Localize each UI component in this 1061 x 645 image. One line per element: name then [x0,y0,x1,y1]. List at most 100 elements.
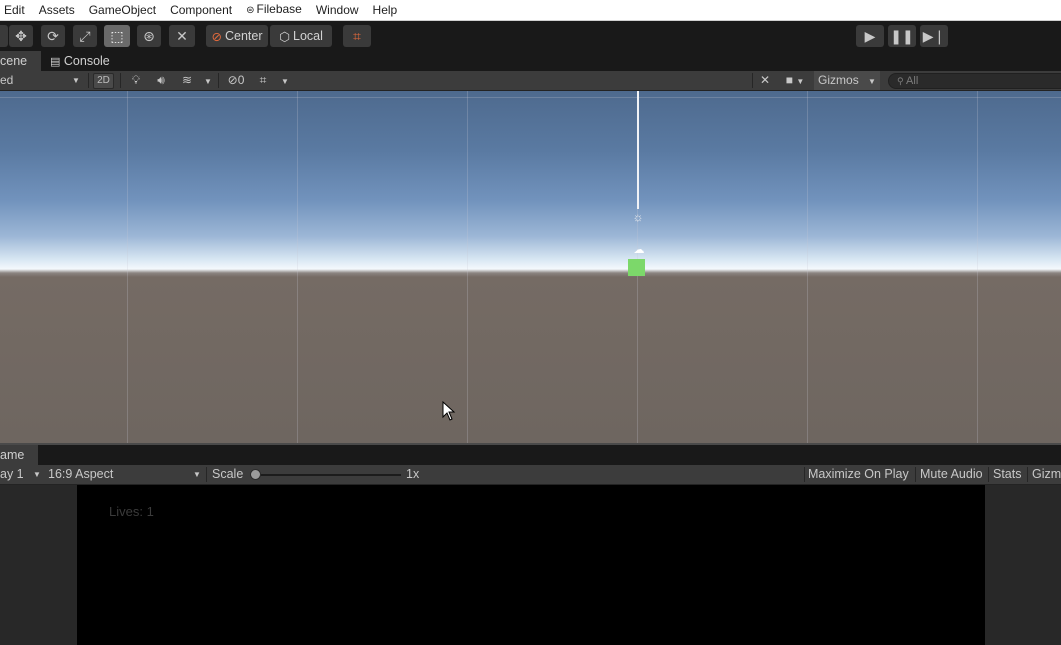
speaker-icon: 🔊︎ [157,73,165,87]
tab-console-label: Console [63,54,110,68]
scale-slider-handle[interactable] [250,469,261,480]
game-gizmos-toggle[interactable]: Gizm [1032,465,1061,484]
divider [120,73,121,88]
search-icon: ⚲ [897,76,904,86]
cloud-icon[interactable]: ☁ [631,245,647,256]
camera-icon: ■ [785,73,793,87]
move-tool-icon: ✥ [15,28,27,44]
camera-dropdown[interactable]: ■ ▼ [780,71,810,90]
tab-game-label: ame [0,448,25,462]
lightbulb-icon: 💡︎ [131,73,141,87]
tools-icon: ✕ [759,73,771,87]
menu-gameobject[interactable]: GameObject [82,0,163,21]
lighting-toggle[interactable]: 💡︎ [128,71,144,90]
scale-tool-button[interactable]: ⤢ [73,25,97,47]
hidden-objects-toggle[interactable]: ⊘0 [222,71,250,90]
tab-game[interactable]: ame [0,445,38,465]
effects-toggle[interactable]: ≋ [178,71,196,90]
rotate-tool-button[interactable]: ⟳ [41,25,65,47]
grid-line [297,91,298,443]
scale-value: 1x [406,467,420,481]
tab-console[interactable]: ▤ Console [50,51,120,71]
rotate-tool-icon: ⟳ [47,28,59,44]
rect-tool-icon: ⬚ [110,28,124,44]
chevron-down-icon: ▼ [193,470,201,479]
grid-toggle[interactable]: ⌗ [254,71,272,90]
mouse-cursor-icon [442,401,456,421]
aspect-dropdown[interactable]: 16:9 Aspect ▼ [48,465,204,484]
rect-tool-button[interactable]: ⬚ [104,25,130,47]
menu-help[interactable]: Help [366,0,405,21]
divider [88,73,89,88]
chevron-down-icon: ▼ [796,77,805,86]
custom-tool-icon: ✕ [176,28,188,44]
chevron-down-icon: ▼ [72,76,80,85]
menu-window[interactable]: Window [309,0,366,21]
layers-icon: ≋ [181,73,193,87]
grid-line [127,91,128,443]
grid-dropdown[interactable]: ▼ [277,71,293,90]
eye-slash-icon: ⊘ [227,73,238,87]
hidden-count: 0 [237,73,245,87]
pivot-icon: ⊘ [211,29,222,44]
step-button[interactable]: ▶❘ [920,25,948,47]
draw-mode-dropdown[interactable]: ed ▼ [0,71,84,90]
gizmos-dropdown[interactable]: Gizmos ▼ [814,71,880,90]
chevron-down-icon: ▼ [33,470,41,479]
game-toolbar: ay 1 ▼ 16:9 Aspect ▼ Scale 1x Maximize O… [0,465,1061,485]
menu-component[interactable]: Component [163,0,239,21]
grid-line [0,97,1061,98]
transform-tool-button[interactable]: ⊛ [137,25,161,47]
grid-snap-icon: ⌗ [353,28,361,44]
pause-icon: ❚❚ [890,28,914,44]
menu-edit[interactable]: Edit [0,0,32,21]
pivot-center-button[interactable]: ⊘ Center [206,25,268,47]
tab-scene-label: cene [0,54,28,68]
menu-filebase[interactable]: ⊜ Filebase [239,0,309,21]
move-tool-button[interactable]: ✥ [9,25,33,47]
tab-scene[interactable]: cene [0,51,41,71]
menu-assets[interactable]: Assets [32,0,82,21]
draw-mode-label: ed [0,73,14,87]
divider [1027,467,1028,482]
scale-slider-track[interactable] [255,474,401,476]
aspect-label: 16:9 Aspect [48,467,114,481]
pause-button[interactable]: ❚❚ [888,25,916,47]
scene-viewport[interactable]: ☼ ☁ [0,91,1061,443]
player-cube[interactable] [628,259,645,276]
custom-tool-button[interactable]: ✕ [169,25,195,47]
scene-tab-strip: cene ▤ Console [0,51,1061,71]
transform-tool-icon: ⊛ [143,28,155,44]
local-cube-icon: ⬡ [279,29,291,44]
maximize-on-play-toggle[interactable]: Maximize On Play [808,465,909,484]
chevron-down-icon: ▼ [281,77,289,86]
play-button[interactable]: ▶ [856,25,884,47]
pivot-label: Center [224,29,263,43]
toggle-2d-button[interactable]: 2D [93,73,114,89]
directional-light-icon[interactable]: ☼ [631,210,645,224]
effects-dropdown[interactable]: ▼ [200,71,216,90]
grid-line [977,91,978,443]
audio-toggle[interactable]: 🔊︎ [152,71,170,90]
search-placeholder: All [906,75,919,87]
scene-search-input[interactable]: ⚲ All [888,73,1061,89]
snap-grid-button[interactable]: ⌗ [343,25,371,47]
grid-line [467,91,468,443]
tools-button[interactable]: ✕ [756,71,774,90]
divider [206,467,207,482]
space-label: Local [293,29,323,43]
divider [218,73,219,88]
chevron-down-icon: ▼ [204,77,212,86]
pivot-local-button[interactable]: ⬡ Local [270,25,332,47]
hand-tool-button[interactable] [0,25,8,47]
stats-toggle[interactable]: Stats [993,465,1022,484]
scale-tool-icon: ⤢ [79,28,91,44]
gizmos-label: Gizmos [818,73,859,87]
game-view-render[interactable] [77,485,985,645]
camera-frustum-line [637,91,639,209]
grid-icon: ⌗ [259,73,267,87]
menu-bar: Edit Assets GameObject Component ⊜ Fileba… [0,0,1061,21]
lives-counter: Lives: 1 [109,504,154,519]
mute-audio-toggle[interactable]: Mute Audio [920,465,983,484]
display-dropdown[interactable]: ay 1 ▼ [0,465,44,484]
